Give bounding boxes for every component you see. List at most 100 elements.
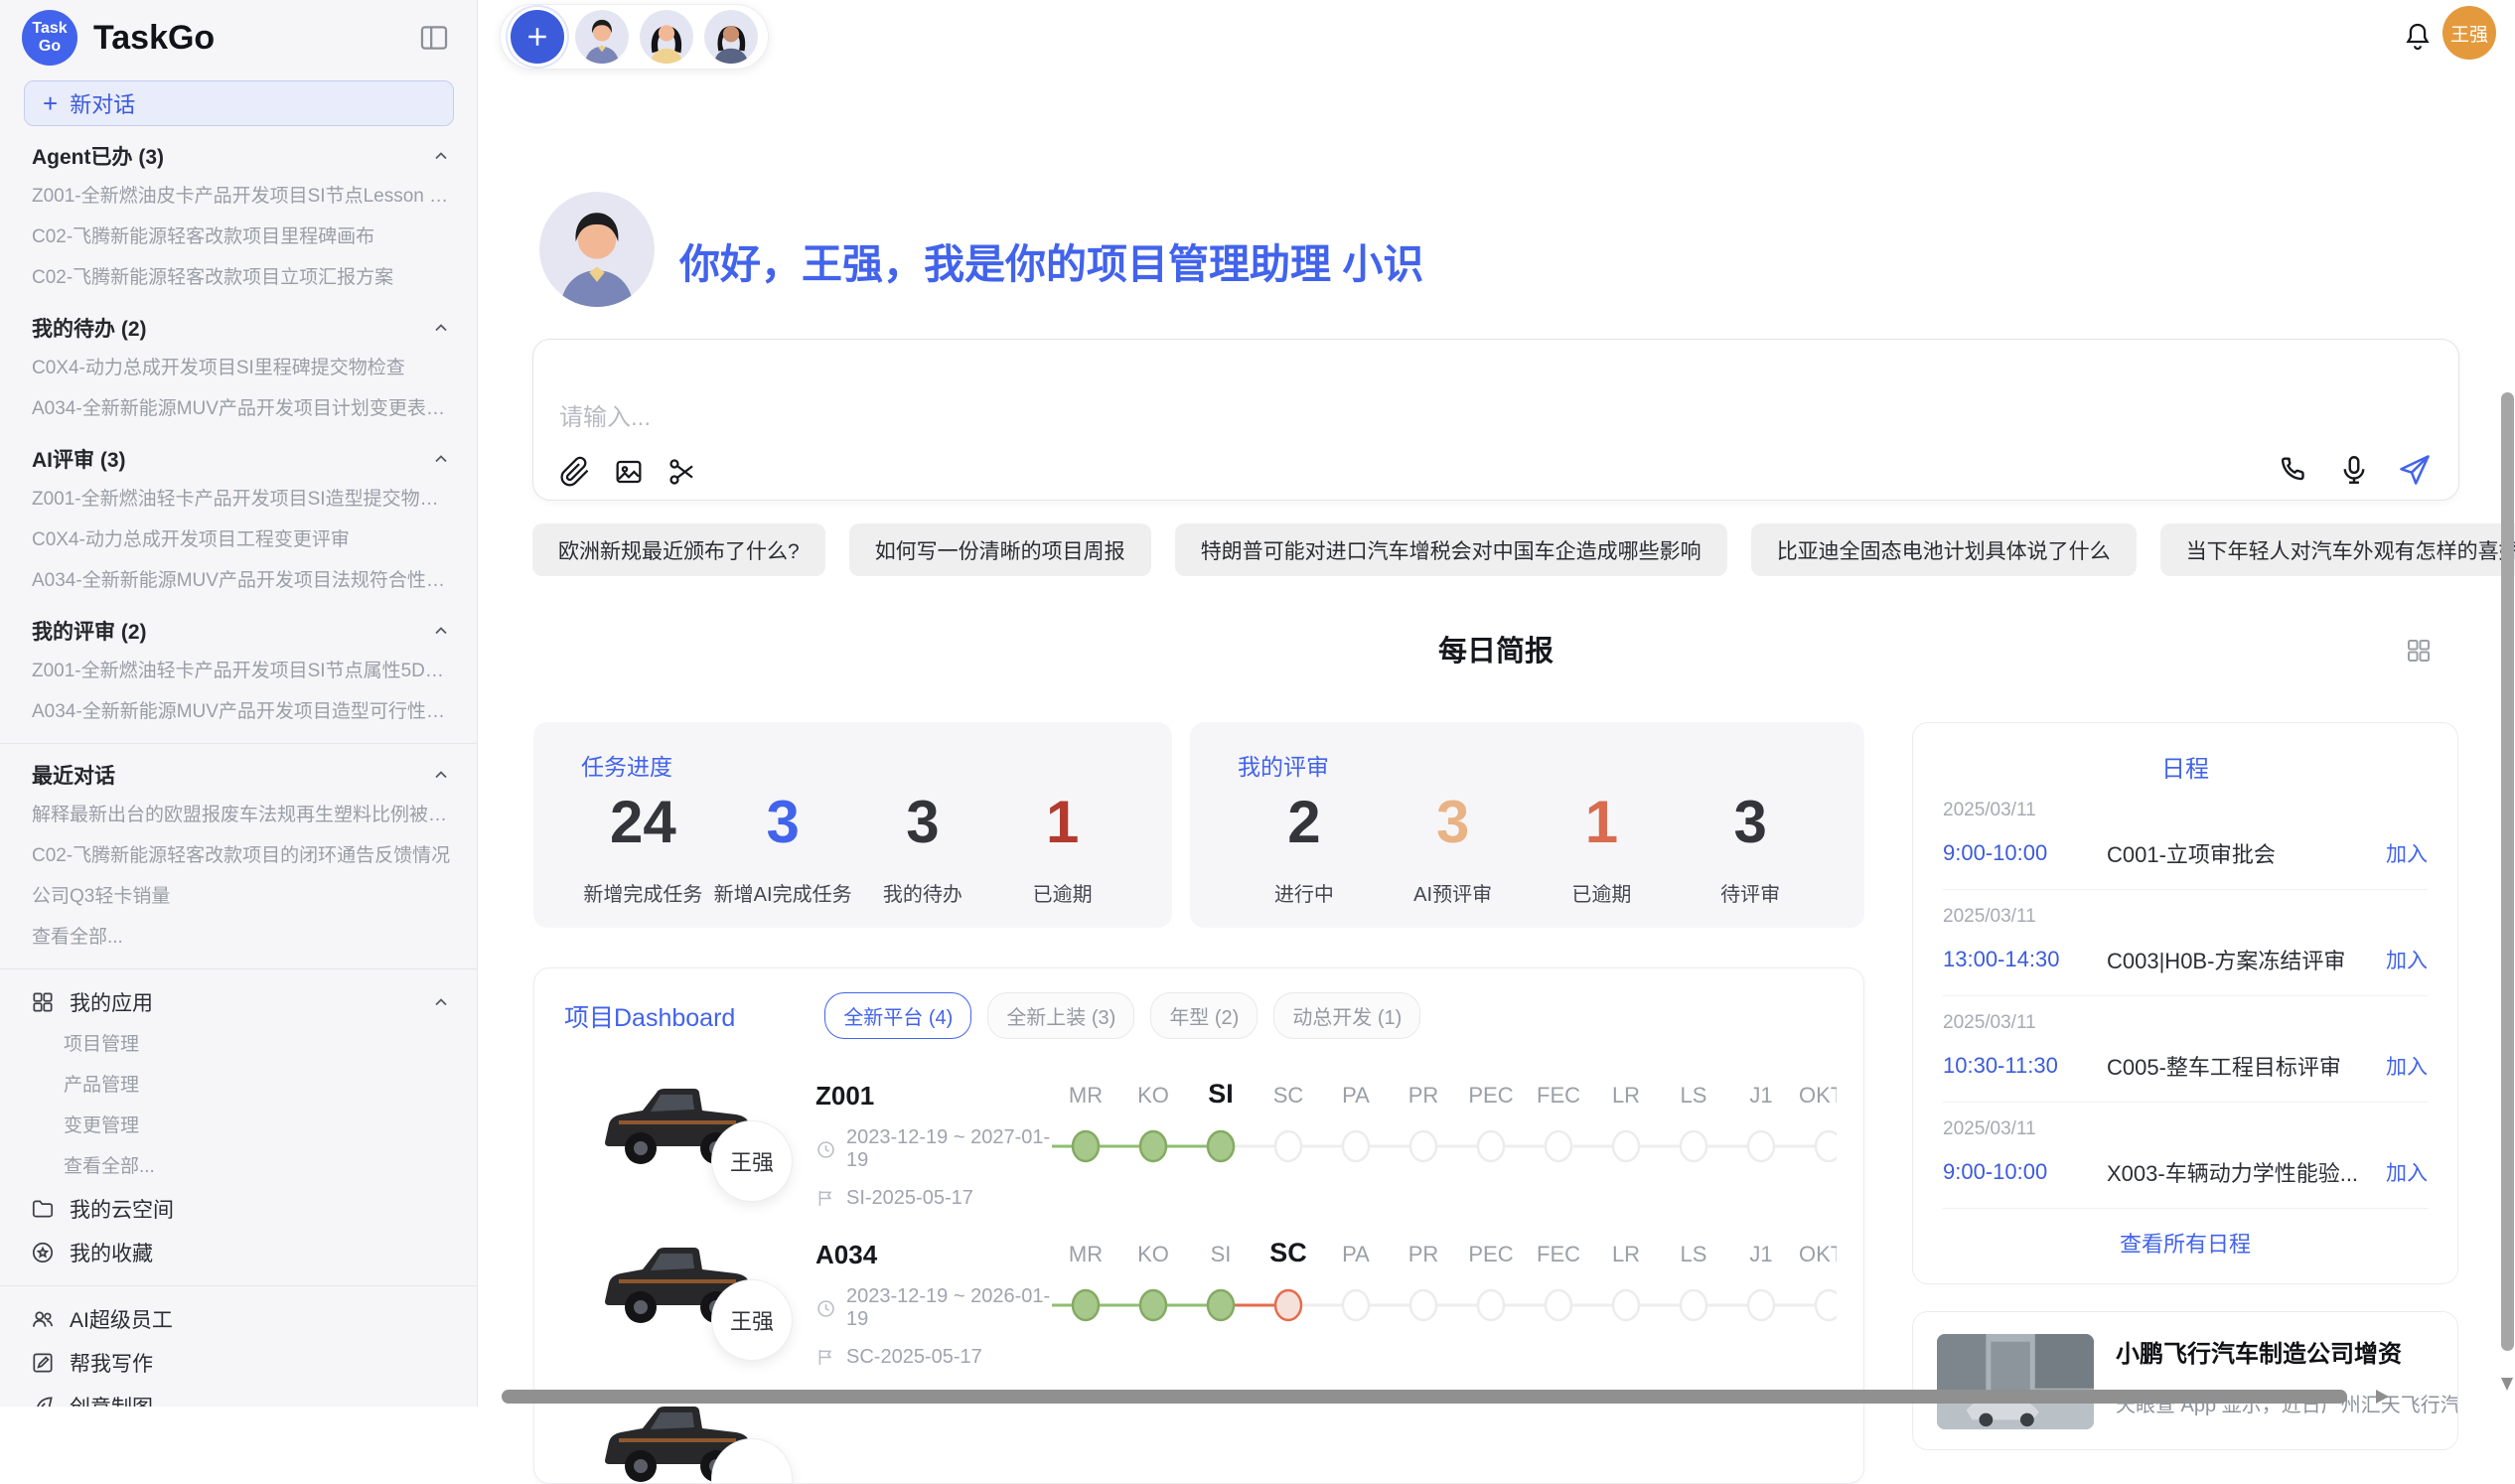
recent-conversation-item[interactable]: C02-飞腾新能源轻客改款项目的闭环通告反馈情况 xyxy=(0,835,477,876)
scroll-down-arrow-icon[interactable] xyxy=(2501,1378,2513,1391)
sidebar-task-item[interactable]: A034-全新新能源MUV产品开发项目计划变更表编写 xyxy=(0,388,477,429)
project-row[interactable]: 王强A0342023-12-19 ~ 2026-01-19SC-2025-05-… xyxy=(564,1234,1834,1393)
schedule-time: 9:00-10:00 xyxy=(1943,840,2107,866)
project-code: A034 xyxy=(815,1240,1052,1270)
project-row[interactable]: 王强Z0012023-12-19 ~ 2027-01-19SI-2025-05-… xyxy=(564,1075,1834,1234)
svg-text:LS: LS xyxy=(1681,1242,1707,1266)
send-icon[interactable] xyxy=(2397,452,2433,488)
sidebar-task-item[interactable]: A034-全新新能源MUV产品开发项目造型可行性评审 xyxy=(0,691,477,732)
user-avatar[interactable]: 王强 xyxy=(2442,6,2496,60)
join-meeting-link[interactable]: 加入 xyxy=(2386,1157,2428,1187)
new-chat-button[interactable]: + 新对话 xyxy=(24,80,454,126)
add-conversation-button[interactable] xyxy=(511,10,564,64)
svg-text:SI: SI xyxy=(1211,1242,1232,1266)
sidebar-section-header[interactable]: 我的待办 (2) xyxy=(0,308,477,348)
stat-label: AI预评审 xyxy=(1379,878,1528,907)
microphone-icon[interactable] xyxy=(2337,453,2371,487)
suggestion-chip[interactable]: 比亚迪全固态电池计划具体说了什么 xyxy=(1751,523,2137,576)
horizontal-scrollbar[interactable] xyxy=(502,1390,2347,1404)
scroll-right-arrow-icon[interactable] xyxy=(2376,1390,2389,1404)
view-all-schedule-link[interactable]: 查看所有日程 xyxy=(1943,1209,2428,1276)
chat-input[interactable] xyxy=(559,397,2148,449)
recent-items: 解释最新出台的欧盟报废车法规再生塑料比例被调至15%...C02-飞腾新能源轻客… xyxy=(0,795,477,917)
star-badge-icon xyxy=(30,1240,56,1265)
sidebar-collapse-icon[interactable] xyxy=(413,17,455,59)
suggestion-chip[interactable]: 当下年轻人对汽车外观有怎样的喜好趋势 xyxy=(2160,523,2515,576)
sidebar-task-item[interactable]: Z001-全新燃油轻卡产品开发项目SI造型提交物评审 xyxy=(0,479,477,519)
sidebar-item-label: 帮我写作 xyxy=(70,1348,153,1378)
svg-text:KO: KO xyxy=(1137,1242,1169,1266)
recent-view-all[interactable]: 查看全部... xyxy=(0,917,477,958)
grid-view-icon[interactable] xyxy=(2404,636,2434,666)
dashboard-filter-tab[interactable]: 全新平台 (4) xyxy=(824,992,971,1039)
join-meeting-link[interactable]: 加入 xyxy=(2386,945,2428,974)
sidebar-section-header[interactable]: Agent已办 (3) xyxy=(0,136,477,176)
svg-text:LR: LR xyxy=(1612,1083,1640,1108)
suggestion-chip[interactable]: 欧洲新规最近颁布了什么? xyxy=(532,523,825,576)
project-thumbnail: 王强 xyxy=(564,1234,815,1393)
stat-value: 2 xyxy=(1230,788,1379,856)
sidebar-task-item[interactable]: C02-飞腾新能源轻客改款项目立项汇报方案 xyxy=(0,257,477,298)
news-card[interactable]: 小鹏飞行汽车制造公司增资 天眼查 App 显示，近日广州汇天飞行汽... xyxy=(1912,1311,2458,1450)
sidebar-links: 我的云空间我的收藏 xyxy=(0,1187,477,1274)
sidebar-task-sections: Agent已办 (3)Z001-全新燃油皮卡产品开发项目SI节点Lesson L… xyxy=(0,136,477,732)
conversation-avatar-2[interactable] xyxy=(640,10,693,64)
recent-conversation-item[interactable]: 解释最新出台的欧盟报废车法规再生塑料比例被调至15%... xyxy=(0,795,477,835)
sidebar-header: Task Go TaskGo xyxy=(0,0,477,66)
join-meeting-link[interactable]: 加入 xyxy=(2386,1051,2428,1081)
sidebar-task-item[interactable]: A034-全新新能源MUV产品开发项目法规符合性评审 xyxy=(0,560,477,601)
section-title: AI评审 (3) xyxy=(32,444,126,474)
users-icon xyxy=(30,1306,56,1332)
sidebar-task-item[interactable]: C02-飞腾新能源轻客改款项目里程碑画布 xyxy=(0,217,477,257)
dashboard-filter-tab[interactable]: 全新上装 (3) xyxy=(987,992,1134,1039)
join-meeting-link[interactable]: 加入 xyxy=(2386,838,2428,868)
sidebar-item-my-apps[interactable]: 我的应用 xyxy=(0,980,477,1024)
sidebar-item-label: AI超级员工 xyxy=(70,1304,173,1334)
scissors-icon[interactable] xyxy=(666,456,698,488)
schedule-entry: 2025/03/119:00-10:00X003-车辆动力学性能验...加入 xyxy=(1943,1103,2428,1209)
stat-label: 我的待办 xyxy=(853,878,993,907)
dashboard-filter-tab[interactable]: 年型 (2) xyxy=(1150,992,1258,1039)
my-apps-item[interactable]: 变更管理 xyxy=(0,1106,477,1146)
conversation-avatar-3[interactable] xyxy=(704,10,758,64)
conversation-avatar-1[interactable] xyxy=(575,10,629,64)
schedule-time: 13:00-14:30 xyxy=(1943,947,2107,972)
recent-conversations-header[interactable]: 最近对话 xyxy=(0,755,477,795)
stat-value: 1 xyxy=(1528,788,1677,856)
chevron-up-icon xyxy=(431,765,451,785)
vertical-scrollbar[interactable] xyxy=(2501,392,2514,1351)
notification-bell-icon[interactable] xyxy=(2401,20,2435,54)
project-milestone-note: SC-2025-05-17 xyxy=(815,1346,1052,1369)
recent-conversation-item[interactable]: 公司Q3轻卡销量 xyxy=(0,876,477,917)
dashboard-filter-tab[interactable]: 动总开发 (1) xyxy=(1273,992,1420,1039)
suggestion-chip[interactable]: 如何写一份清晰的项目周报 xyxy=(849,523,1151,576)
sidebar-item-creative-drawing[interactable]: 创意制图 xyxy=(0,1385,477,1407)
sidebar-task-item[interactable]: Z001-全新燃油皮卡产品开发项目SI节点Lesson Learn报告 xyxy=(0,176,477,217)
sidebar-task-item[interactable]: C0X4-动力总成开发项目工程变更评审 xyxy=(0,519,477,560)
app-logo-text-top: Task xyxy=(32,20,67,38)
sidebar-item-help-me-write[interactable]: 帮我写作 xyxy=(0,1341,477,1385)
schedule-time: 10:30-11:30 xyxy=(1943,1053,2107,1079)
svg-text:PR: PR xyxy=(1408,1083,1439,1108)
schedule-date: 2025/03/11 xyxy=(1943,906,2428,928)
schedule-date: 2025/03/11 xyxy=(1943,1118,2428,1140)
sidebar-task-item[interactable]: C0X4-动力总成开发项目SI里程碑提交物检查 xyxy=(0,348,477,388)
svg-text:J1: J1 xyxy=(1749,1242,1772,1266)
image-upload-icon[interactable] xyxy=(613,456,645,488)
schedule-event-title: C005-整车工程目标评审 xyxy=(2107,1050,2372,1082)
sidebar-item-ai-super-staff[interactable]: AI超级员工 xyxy=(0,1297,477,1341)
chevron-up-icon xyxy=(431,621,451,641)
stat-label: 已逾期 xyxy=(1528,878,1677,907)
sidebar-item-my-cloud-space[interactable]: 我的云空间 xyxy=(0,1187,477,1231)
attachment-icon[interactable] xyxy=(559,456,591,488)
apps-view-all[interactable]: 查看全部... xyxy=(0,1146,477,1187)
sidebar-section-header[interactable]: AI评审 (3) xyxy=(0,439,477,479)
my-apps-item[interactable]: 项目管理 xyxy=(0,1024,477,1065)
sidebar-item-my-favorites[interactable]: 我的收藏 xyxy=(0,1231,477,1274)
suggestion-chip[interactable]: 特朗普可能对进口汽车增税会对中国车企造成哪些影响 xyxy=(1175,523,1727,576)
phone-call-icon[interactable] xyxy=(2278,453,2311,487)
sidebar-section-header[interactable]: 我的评审 (2) xyxy=(0,611,477,651)
my-apps-item[interactable]: 产品管理 xyxy=(0,1065,477,1106)
project-rows: 王强Z0012023-12-19 ~ 2027-01-19SI-2025-05-… xyxy=(564,1075,1834,1484)
sidebar-task-item[interactable]: Z001-全新燃油轻卡产品开发项目SI节点属性5D文件评审 xyxy=(0,651,477,691)
